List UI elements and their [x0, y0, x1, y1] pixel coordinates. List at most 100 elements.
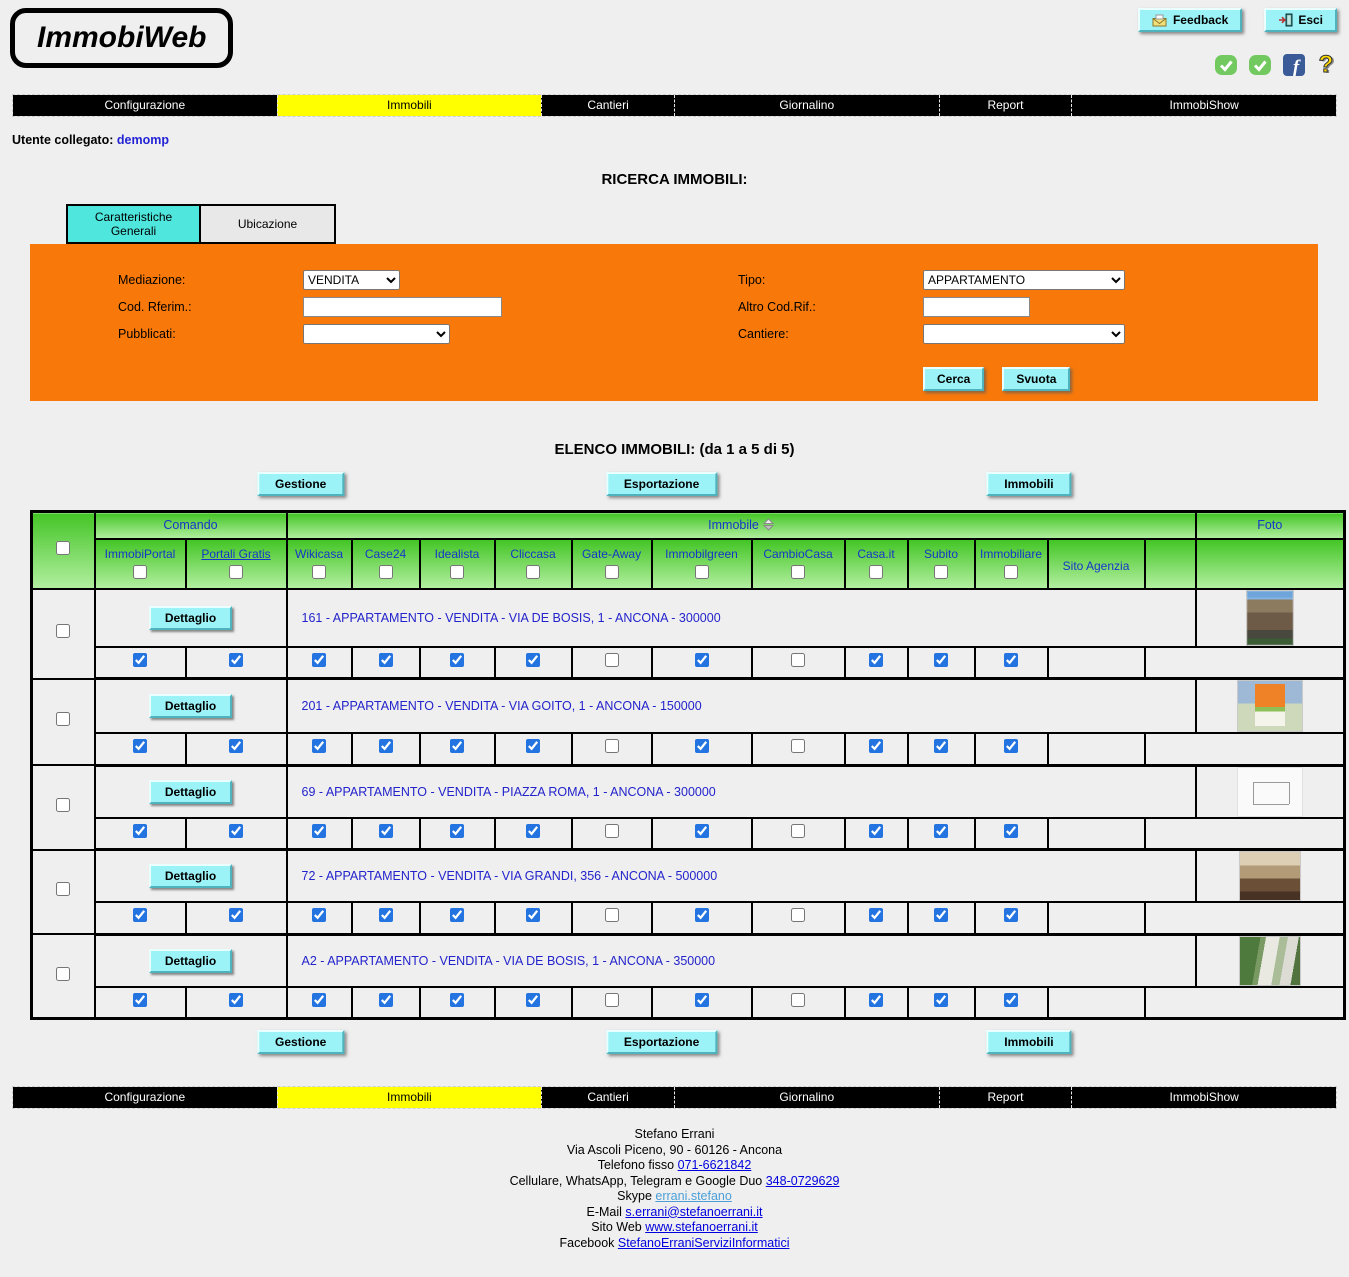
publish-checkbox[interactable] [312, 739, 326, 753]
select-all-checkbox[interactable] [56, 541, 70, 555]
publish-checkbox[interactable] [934, 824, 948, 838]
nav-item-immobishow[interactable]: ImmobiShow [1071, 95, 1336, 116]
footer-link[interactable]: 071-6621842 [678, 1158, 752, 1172]
publish-checkbox[interactable] [605, 653, 619, 667]
publish-checkbox[interactable] [450, 824, 464, 838]
publish-checkbox[interactable] [229, 993, 243, 1007]
publish-checkbox[interactable] [791, 653, 805, 667]
row-select-checkbox[interactable] [56, 624, 70, 638]
nav-item-immobishow[interactable]: ImmobiShow [1071, 1087, 1336, 1108]
publish-checkbox[interactable] [695, 739, 709, 753]
cerca-button[interactable]: Cerca [923, 367, 984, 391]
portal-column-checkbox[interactable] [229, 565, 243, 579]
portal-column-checkbox[interactable] [312, 565, 326, 579]
nav-item-report[interactable]: Report [939, 1087, 1072, 1108]
publish-checkbox[interactable] [379, 908, 393, 922]
portal-column-checkbox[interactable] [450, 565, 464, 579]
property-link[interactable]: 69 - APPARTAMENTO - VENDITA - PIAZZA ROM… [302, 785, 716, 799]
footer-link[interactable]: s.errani@stefanoerrani.it [625, 1205, 762, 1219]
publish-checkbox[interactable] [450, 908, 464, 922]
publish-checkbox[interactable] [934, 908, 948, 922]
mediazione-select[interactable]: VENDITA [303, 270, 400, 290]
dettaglio-button[interactable]: Dettaglio [149, 864, 232, 888]
portal-column-checkbox[interactable] [1004, 565, 1018, 579]
publish-checkbox[interactable] [526, 824, 540, 838]
property-photo[interactable] [1239, 851, 1301, 901]
publish-checkbox[interactable] [312, 824, 326, 838]
gestione-button[interactable]: Gestione [257, 1030, 344, 1054]
publish-checkbox[interactable] [1004, 653, 1018, 667]
publish-checkbox[interactable] [526, 908, 540, 922]
pubblicati-select[interactable] [303, 324, 450, 344]
tab-caratteristiche-generali[interactable]: Caratteristiche Generali [66, 204, 201, 244]
sort-icon[interactable] [763, 518, 774, 531]
publish-checkbox[interactable] [934, 993, 948, 1007]
publish-checkbox[interactable] [133, 908, 147, 922]
publish-checkbox[interactable] [526, 653, 540, 667]
portal-column-checkbox[interactable] [695, 565, 709, 579]
property-photo[interactable] [1237, 680, 1303, 732]
row-select-checkbox[interactable] [56, 712, 70, 726]
property-link[interactable]: 201 - APPARTAMENTO - VENDITA - VIA GOITO… [302, 699, 702, 713]
help-icon[interactable]: ?? [1317, 52, 1337, 78]
publish-checkbox[interactable] [605, 739, 619, 753]
publish-checkbox[interactable] [133, 824, 147, 838]
nav-item-configurazione[interactable]: Configurazione [13, 95, 277, 116]
property-photo[interactable] [1246, 590, 1294, 646]
publish-checkbox[interactable] [229, 653, 243, 667]
cantiere-select[interactable] [923, 324, 1125, 344]
nav-item-immobili[interactable]: Immobili [277, 1087, 542, 1108]
publish-checkbox[interactable] [229, 908, 243, 922]
dettaglio-button[interactable]: Dettaglio [149, 694, 232, 718]
nav-item-configurazione[interactable]: Configurazione [13, 1087, 277, 1108]
publish-checkbox[interactable] [791, 824, 805, 838]
publish-checkbox[interactable] [605, 993, 619, 1007]
footer-link[interactable]: www.stefanoerrani.it [645, 1220, 758, 1234]
publish-checkbox[interactable] [379, 993, 393, 1007]
publish-checkbox[interactable] [869, 739, 883, 753]
footer-link[interactable]: StefanoErraniServiziInformatici [618, 1236, 790, 1250]
portal-column-checkbox[interactable] [526, 565, 540, 579]
publish-checkbox[interactable] [133, 993, 147, 1007]
feedback-button[interactable]: Feedback [1138, 8, 1242, 32]
publish-checkbox[interactable] [1004, 824, 1018, 838]
nav-item-cantieri[interactable]: Cantieri [541, 1087, 674, 1108]
logged-user-link[interactable]: demomp [117, 133, 169, 147]
publish-checkbox[interactable] [312, 908, 326, 922]
publish-checkbox[interactable] [379, 824, 393, 838]
publish-checkbox[interactable] [450, 653, 464, 667]
tipo-select[interactable]: APPARTAMENTO [923, 270, 1125, 290]
publish-checkbox[interactable] [526, 739, 540, 753]
facebook-icon[interactable]: f [1283, 54, 1305, 76]
publish-checkbox[interactable] [133, 653, 147, 667]
publish-checkbox[interactable] [791, 908, 805, 922]
row-select-checkbox[interactable] [56, 967, 70, 981]
property-link[interactable]: 161 - APPARTAMENTO - VENDITA - VIA DE BO… [302, 611, 721, 625]
altro-cod-input[interactable] [923, 297, 1030, 317]
esportazione-button[interactable]: Esportazione [606, 1030, 717, 1054]
portal-column-checkbox[interactable] [934, 565, 948, 579]
tab-ubicazione[interactable]: Ubicazione [201, 204, 336, 244]
nav-item-immobili[interactable]: Immobili [277, 95, 542, 116]
publish-checkbox[interactable] [791, 739, 805, 753]
publish-checkbox[interactable] [869, 908, 883, 922]
property-photo[interactable] [1237, 767, 1303, 817]
portal-column-checkbox[interactable] [379, 565, 393, 579]
publish-checkbox[interactable] [934, 739, 948, 753]
publish-checkbox[interactable] [450, 993, 464, 1007]
dettaglio-button[interactable]: Dettaglio [149, 949, 232, 973]
immobili-button[interactable]: Immobili [986, 472, 1071, 496]
property-link[interactable]: A2 - APPARTAMENTO - VENDITA - VIA DE BOS… [302, 954, 716, 968]
publish-checkbox[interactable] [695, 824, 709, 838]
portal-column-checkbox[interactable] [133, 565, 147, 579]
nav-item-cantieri[interactable]: Cantieri [541, 95, 674, 116]
footer-link[interactable]: 348-0729629 [766, 1174, 840, 1188]
svuota-button[interactable]: Svuota [1002, 367, 1070, 391]
publish-checkbox[interactable] [312, 653, 326, 667]
row-select-checkbox[interactable] [56, 798, 70, 812]
publish-checkbox[interactable] [312, 993, 326, 1007]
footer-link[interactable]: errani.stefano [655, 1189, 731, 1203]
publish-checkbox[interactable] [695, 993, 709, 1007]
publish-checkbox[interactable] [1004, 739, 1018, 753]
nav-item-giornalino[interactable]: Giornalino [674, 1087, 939, 1108]
